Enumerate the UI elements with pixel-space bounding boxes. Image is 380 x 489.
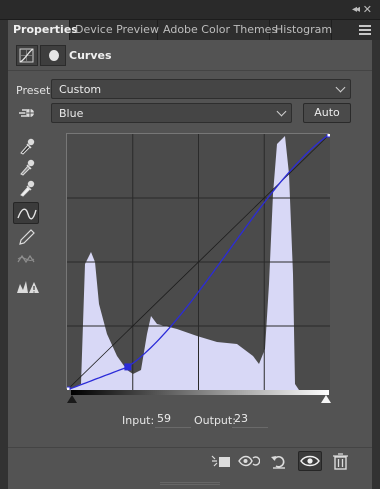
input-field[interactable]: 59 [155, 412, 191, 428]
divider [8, 70, 372, 71]
curve-point[interactable] [124, 363, 132, 371]
panel-top-bar: ◂◂ ✕ [0, 0, 380, 20]
collapse-panel-icon[interactable]: ◂◂ [352, 4, 360, 15]
chevron-down-icon [276, 106, 287, 117]
divider [8, 447, 372, 448]
layer-mask-icon[interactable] [40, 45, 66, 66]
curve-canvas[interactable] [67, 134, 330, 390]
curve-point[interactable] [67, 386, 71, 390]
curves-adjustment-icon[interactable] [16, 45, 38, 66]
white-point-eyedropper-icon[interactable] [13, 177, 39, 199]
targeted-adjustment-icon[interactable] [13, 102, 39, 124]
white-point-slider[interactable] [321, 395, 331, 403]
clip-to-layer-icon[interactable] [210, 452, 232, 470]
input-label: Input: [122, 414, 155, 427]
pencil-icon[interactable] [13, 226, 39, 248]
output-label: Output: [194, 414, 236, 427]
curves-graph[interactable] [66, 133, 330, 390]
output-field[interactable]: 23 [232, 412, 268, 428]
tab-device-preview[interactable]: Device Preview [70, 20, 159, 40]
preset-label: Preset: [16, 84, 55, 97]
curve-points-icon[interactable] [13, 202, 39, 224]
close-panel-icon[interactable]: ✕ [363, 3, 372, 16]
delete-icon[interactable] [330, 452, 352, 470]
resize-grip[interactable] [160, 482, 220, 485]
panel-title: Curves [69, 49, 112, 62]
tab-adobe-color-themes[interactable]: Adobe Color Themes [158, 20, 277, 40]
tab-properties[interactable]: Properties [8, 20, 78, 40]
chevron-down-icon [335, 82, 346, 93]
input-gradient-bar [71, 390, 329, 395]
smooth-icon[interactable] [13, 248, 39, 270]
curve-point[interactable] [326, 134, 330, 138]
preset-select[interactable]: Custom [51, 79, 351, 99]
clipping-warning-icon[interactable] [13, 276, 39, 298]
panel-menu-icon[interactable] [359, 25, 371, 35]
reset-icon[interactable] [268, 452, 290, 470]
view-previous-state-icon[interactable] [238, 452, 260, 470]
auto-button[interactable]: Auto [303, 103, 351, 123]
channel-select[interactable]: Blue [51, 103, 292, 123]
visibility-icon[interactable] [298, 451, 322, 471]
gray-point-eyedropper-icon[interactable] [13, 156, 39, 178]
tab-histogram[interactable]: Histogram [270, 20, 332, 40]
preset-value: Custom [59, 83, 102, 96]
channel-value: Blue [59, 107, 84, 120]
black-point-eyedropper-icon[interactable] [13, 135, 39, 157]
panel-tab-bar: Properties Device Preview Adobe Color Th… [8, 20, 380, 40]
black-point-slider[interactable] [67, 395, 77, 403]
